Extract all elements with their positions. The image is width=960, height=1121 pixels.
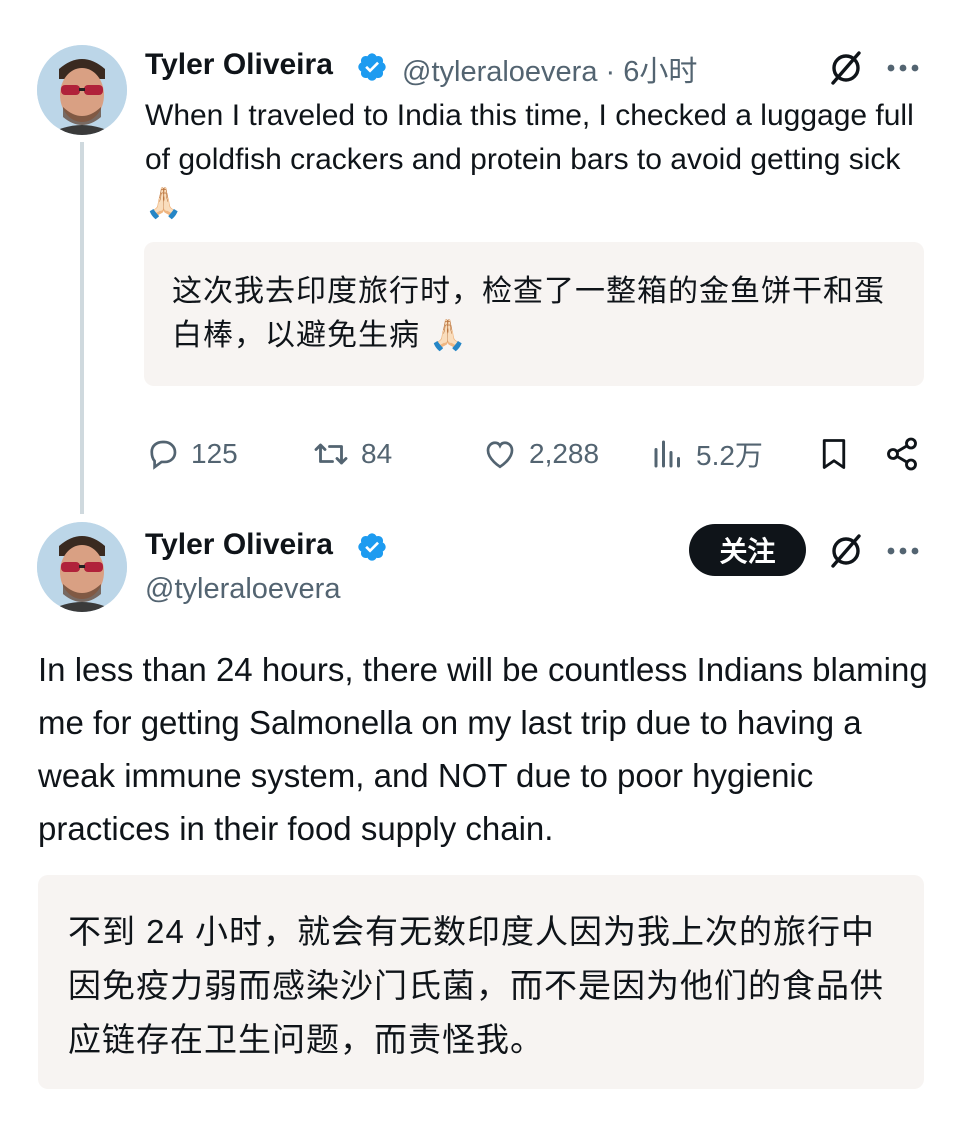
- repost-icon: [314, 443, 348, 465]
- thread-line: [80, 142, 84, 514]
- translation-text: 不到 24 小时，就会有无数印度人因为我上次的旅行中因免疫力弱而感染沙门氏菌，而…: [68, 913, 884, 1058]
- author-name[interactable]: Tyler Oliveira: [145, 528, 333, 562]
- share-icon: [887, 437, 917, 471]
- bookmark-icon: [822, 439, 846, 469]
- more-dots-icon[interactable]: [883, 50, 923, 86]
- bar-chart-icon: [654, 440, 680, 468]
- views-button[interactable]: 5.2万: [650, 434, 763, 474]
- slashed-circle-icon[interactable]: [826, 531, 866, 571]
- author-handle[interactable]: @tyleraloevera: [145, 573, 340, 606]
- slashed-circle-icon[interactable]: [826, 48, 866, 88]
- like-count: 2,288: [529, 438, 600, 469]
- avatar[interactable]: [37, 45, 127, 135]
- author-handle[interactable]: @tyleraloevera · 6小时: [402, 48, 697, 90]
- reply-count: 125: [191, 438, 238, 469]
- reply-bubble-icon: [150, 440, 177, 470]
- avatar[interactable]: [37, 522, 127, 612]
- timestamp[interactable]: 6小时: [623, 56, 697, 88]
- like-button[interactable]: 2,288: [481, 434, 599, 474]
- translation-box: 这次我去印度旅行时，检查了一整箱的金鱼饼干和蛋白棒，以避免生病 🙏🏻: [144, 242, 924, 386]
- tweet-text: In less than 24 hours, there will be cou…: [38, 651, 928, 847]
- author-name[interactable]: Tyler Oliveira: [145, 48, 333, 82]
- reply-button[interactable]: 125: [145, 434, 238, 474]
- heart-icon: [486, 441, 514, 469]
- repost-count: 84: [361, 438, 393, 469]
- tweet-text: When I traveled to India this time, I ch…: [145, 99, 914, 220]
- share-button[interactable]: [884, 434, 930, 474]
- translation-text: 这次我去印度旅行时，检查了一整箱的金鱼饼干和蛋白棒，以避免生病 🙏🏻: [172, 275, 885, 352]
- repost-button[interactable]: 84: [311, 434, 392, 474]
- more-dots-icon[interactable]: [883, 533, 923, 569]
- separator: ·: [605, 56, 616, 88]
- translation-box: 不到 24 小时，就会有无数印度人因为我上次的旅行中因免疫力弱而感染沙门氏菌，而…: [38, 875, 924, 1089]
- verified-badge-icon: [356, 51, 388, 83]
- bookmark-button[interactable]: [816, 434, 862, 474]
- follow-button[interactable]: 关注: [689, 524, 806, 576]
- view-count: 5.2万: [696, 440, 763, 471]
- verified-badge-icon: [356, 531, 388, 563]
- handle-text: @tyleraloevera: [402, 56, 598, 88]
